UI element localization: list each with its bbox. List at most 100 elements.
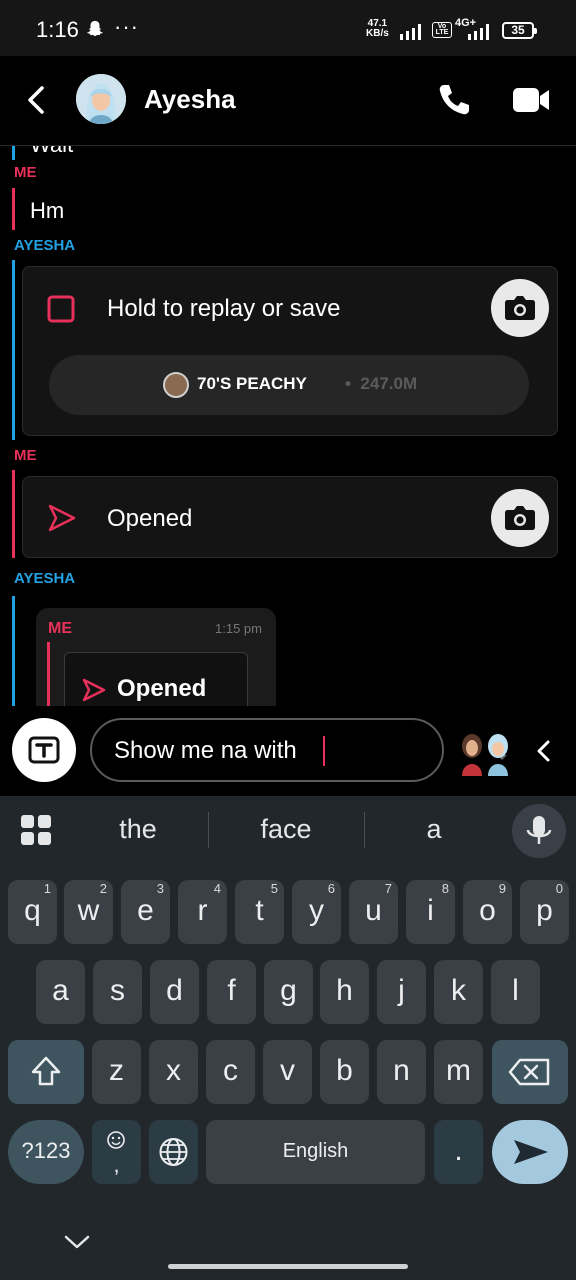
sender-bar xyxy=(12,260,15,440)
suggestion-word[interactable]: the xyxy=(78,814,198,845)
key-p[interactable]: p0 xyxy=(520,880,569,944)
text-format-button[interactable] xyxy=(12,718,76,782)
key-c[interactable]: c xyxy=(206,1040,255,1104)
language-key[interactable] xyxy=(149,1120,198,1184)
voice-input-button[interactable] xyxy=(512,804,566,858)
key-d[interactable]: d xyxy=(150,960,199,1024)
period-key[interactable]: . xyxy=(434,1120,483,1184)
status-time: 1:16 xyxy=(36,17,79,42)
opened-snap-arrow-icon xyxy=(48,504,76,532)
backspace-key[interactable] xyxy=(492,1040,568,1104)
suggestion-word[interactable]: a xyxy=(374,814,494,845)
reply-camera-button[interactable] xyxy=(491,489,549,547)
key-i[interactable]: i8 xyxy=(406,880,455,944)
key-a[interactable]: a xyxy=(36,960,85,1024)
received-snap-icon xyxy=(47,295,75,323)
phone-call-icon[interactable] xyxy=(436,82,472,118)
key-z[interactable]: z xyxy=(92,1040,141,1104)
backspace-icon xyxy=(508,1058,550,1086)
key-n[interactable]: n xyxy=(377,1040,426,1104)
apps-grid-icon[interactable] xyxy=(20,814,52,846)
send-arrow-icon xyxy=(514,1140,548,1164)
signal-strength-2-icon xyxy=(468,24,489,40)
suggestion-divider xyxy=(208,812,209,848)
sender-label-ayesha: AYESHA xyxy=(14,570,76,587)
quoted-snap: Opened xyxy=(64,652,248,706)
sender-bar xyxy=(12,188,15,230)
symbols-key[interactable]: ?123 xyxy=(8,1120,84,1184)
text-cursor xyxy=(323,736,325,766)
key-w[interactable]: w2 xyxy=(64,880,113,944)
sender-label-ayesha: AYESHA xyxy=(14,237,76,254)
suggestion-strip: the face a xyxy=(0,796,576,866)
quoted-reply-card[interactable]: ME 1:15 pm Opened xyxy=(36,608,276,706)
sender-label-me: ME xyxy=(14,447,37,464)
text-format-icon xyxy=(28,736,60,764)
sender-label-me: ME xyxy=(14,164,37,181)
back-arrow-icon[interactable] xyxy=(22,82,52,118)
shift-icon xyxy=(31,1056,61,1086)
key-k[interactable]: k xyxy=(434,960,483,1024)
key-q[interactable]: q1 xyxy=(8,880,57,944)
composer-row xyxy=(0,706,576,796)
chat-thread[interactable]: Wait ME Hm AYESHA Hold to replay or save… xyxy=(0,146,576,706)
contact-avatar[interactable] xyxy=(76,74,126,124)
sender-bar xyxy=(12,146,15,160)
status-bar: 1:16 ··· 47.1 KB/s Vo LTE 4G+ 35 xyxy=(0,0,576,56)
key-h[interactable]: h xyxy=(320,960,369,1024)
microphone-icon xyxy=(526,816,552,844)
camera-icon xyxy=(505,506,535,530)
key-u[interactable]: u7 xyxy=(349,880,398,944)
snap-card[interactable]: Opened xyxy=(22,476,558,558)
quoted-timestamp: 1:15 pm xyxy=(215,621,262,636)
key-j[interactable]: j xyxy=(377,960,426,1024)
quoted-bar xyxy=(47,642,50,706)
sender-bar xyxy=(12,470,15,558)
message-text[interactable]: Hm xyxy=(30,198,64,224)
key-v[interactable]: v xyxy=(263,1040,312,1104)
camera-icon xyxy=(505,296,535,320)
key-x[interactable]: x xyxy=(149,1040,198,1104)
more-notifications-icon: ··· xyxy=(114,14,139,39)
home-gesture-bar[interactable] xyxy=(168,1264,408,1269)
key-s[interactable]: s xyxy=(93,960,142,1024)
snap-card[interactable]: Hold to replay or save 70'S PEACHY • 247… xyxy=(22,266,558,436)
send-key[interactable] xyxy=(492,1120,568,1184)
message-input[interactable] xyxy=(114,734,394,768)
key-m[interactable]: m xyxy=(434,1040,483,1104)
chevron-left-icon[interactable] xyxy=(530,736,558,766)
key-f[interactable]: f xyxy=(207,960,256,1024)
reply-camera-button[interactable] xyxy=(491,279,549,337)
key-b[interactable]: b xyxy=(320,1040,369,1104)
opened-snap-arrow-icon xyxy=(82,678,106,702)
lens-view-count: • 247.0M xyxy=(345,374,418,393)
message-input-field[interactable] xyxy=(90,718,507,782)
space-key[interactable]: English xyxy=(206,1120,425,1184)
bitmoji-icon[interactable] xyxy=(456,730,516,776)
key-e[interactable]: e3 xyxy=(121,880,170,944)
suggestion-word[interactable]: face xyxy=(226,814,346,845)
signal-strength-icon xyxy=(400,24,421,40)
hide-keyboard-icon[interactable] xyxy=(62,1232,92,1252)
snap-status-label: Opened xyxy=(107,505,193,532)
key-l[interactable]: l xyxy=(491,960,540,1024)
quoted-snap-label: Opened xyxy=(117,675,207,702)
snapchat-ghost-icon xyxy=(86,20,104,37)
globe-icon xyxy=(159,1138,188,1166)
contact-name[interactable]: Ayesha xyxy=(144,84,236,115)
video-call-icon[interactable] xyxy=(512,86,550,114)
key-y[interactable]: y6 xyxy=(292,880,341,944)
key-r[interactable]: r4 xyxy=(178,880,227,944)
lens-creator-avatar xyxy=(163,372,189,398)
emoji-comma-key[interactable]: , xyxy=(92,1120,141,1184)
volte-icon: Vo LTE xyxy=(432,22,452,38)
suggestion-divider xyxy=(364,812,365,848)
lens-pill[interactable]: 70'S PEACHY • 247.0M xyxy=(49,355,529,415)
chat-header: Ayesha xyxy=(0,56,576,146)
key-t[interactable]: t5 xyxy=(235,880,284,944)
key-o[interactable]: o9 xyxy=(463,880,512,944)
key-g[interactable]: g xyxy=(264,960,313,1024)
message-text-partial: Wait xyxy=(30,146,73,158)
snap-status-label: Hold to replay or save xyxy=(107,295,341,322)
shift-key[interactable] xyxy=(8,1040,84,1104)
